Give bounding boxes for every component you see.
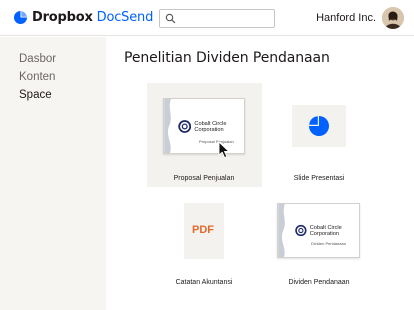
account-name: Hanford Inc. [316,12,376,24]
dropbox-logo-icon [14,11,27,24]
avatar-image [382,7,404,29]
file-thumbnail-proposal[interactable]: Cobalt Circle Corporation Proposal Penju… [163,98,245,154]
dropbox-logo[interactable]: Dropbox DocSend [14,10,153,25]
sidebar-item-dasbor[interactable]: Dasbor [19,53,56,65]
file-label[interactable]: Dividen Pendanaan [254,279,384,286]
top-bar: Dropbox DocSend Hanford Inc. [0,0,414,36]
account-menu[interactable]: Hanford Inc. [316,7,404,29]
cobalt-circle-icon [295,224,307,237]
page-wave-decoration [278,204,285,257]
file-label[interactable]: Proposal Penjualan [139,175,269,182]
pie-chart-icon [309,116,329,136]
sidebar-item-space[interactable]: Space [19,89,52,101]
search-icon [165,13,176,24]
sidebar: Dasbor Konten Space [0,37,106,310]
thumb-caption: Dividen Pendanaan [311,241,346,246]
file-thumbnail-pdf[interactable]: PDF [184,203,224,259]
search-input[interactable] [159,9,275,28]
avatar[interactable] [382,7,404,29]
company-logo: Cobalt Circle Corporation [178,118,244,135]
company-name: Cobalt Circle Corporation [309,224,342,237]
cobalt-circle-icon [178,120,192,133]
file-label[interactable]: Slide Presentasi [254,175,384,182]
file-thumbnail-dividen[interactable]: Cobalt Circle Corporation Dividen Pendan… [277,203,360,258]
pdf-icon: PDF [192,224,214,236]
file-label[interactable]: Catatan Akuntansi [139,279,269,286]
company-name: Cobalt Circle Corporation [194,120,227,133]
sidebar-item-konten[interactable]: Konten [19,71,55,83]
company-logo: Cobalt Circle Corporation [295,223,359,238]
brand-name: Dropbox [32,10,93,25]
page-wave-decoration [164,99,171,153]
file-thumbnail-slides[interactable] [292,105,346,147]
product-name: DocSend [96,10,154,25]
mouse-pointer-icon [218,141,230,159]
page-title: Penelitian Dividen Pendanaan [124,50,330,66]
